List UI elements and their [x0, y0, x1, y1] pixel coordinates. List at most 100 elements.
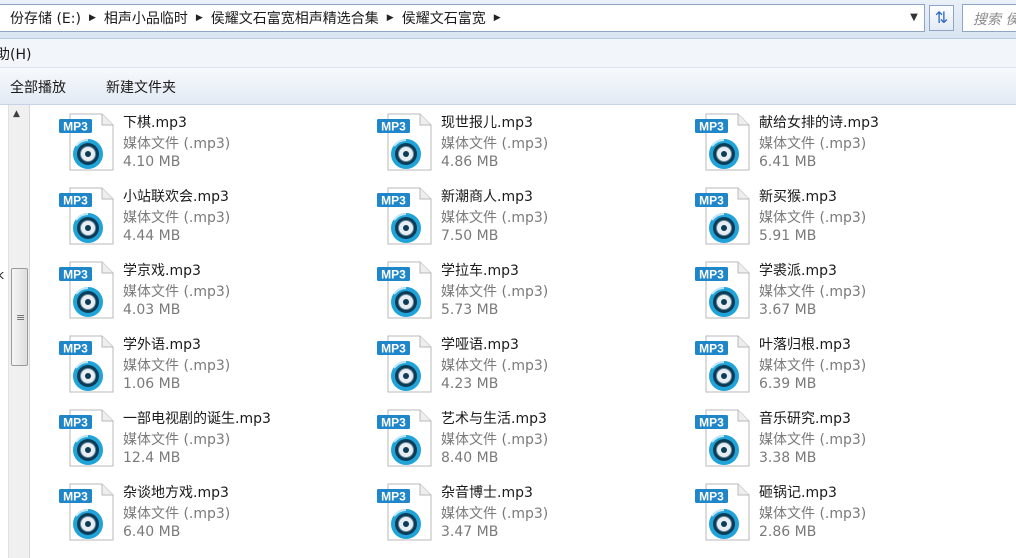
mp3-file-icon: MP3: [377, 483, 432, 541]
mp3-file-icon: MP3: [59, 483, 114, 541]
mp3-file-icon: MP3: [59, 187, 114, 245]
file-item[interactable]: MP3 学京戏.mp3 媒体文件 (.mp3) 4.03 MB: [34, 253, 344, 323]
file-type: 媒体文件 (.mp3): [123, 210, 231, 226]
file-type: 媒体文件 (.mp3): [123, 136, 231, 152]
refresh-button[interactable]: ⇅: [929, 5, 954, 31]
chevron-right-icon[interactable]: ▶: [88, 13, 97, 23]
file-size: 4.23 MB: [441, 376, 499, 392]
file-type: 媒体文件 (.mp3): [759, 136, 867, 152]
svg-text:MP3: MP3: [699, 268, 724, 282]
file-name: 叶落归根.mp3: [759, 337, 851, 353]
grip-icon: ≡: [16, 311, 26, 324]
mp3-file-icon: MP3: [377, 261, 432, 319]
file-type: 媒体文件 (.mp3): [123, 506, 231, 522]
mp3-file-icon: MP3: [695, 113, 750, 171]
file-item[interactable]: MP3 现世报儿.mp3 媒体文件 (.mp3) 4.86 MB: [352, 105, 662, 175]
navigation-pane[interactable]: k: [0, 105, 8, 558]
file-name: 学哑语.mp3: [441, 337, 519, 353]
nav-item-fragment[interactable]: k: [0, 268, 4, 282]
menu-help[interactable]: 助(H): [0, 44, 31, 64]
chevron-down-icon[interactable]: ▼: [906, 9, 922, 27]
svg-text:MP3: MP3: [699, 342, 724, 356]
search-placeholder: 搜索 侯: [973, 12, 1016, 28]
svg-text:MP3: MP3: [63, 268, 88, 282]
file-size: 4.44 MB: [123, 228, 181, 244]
file-name: 砸锅记.mp3: [759, 485, 837, 501]
mp3-file-icon: MP3: [377, 113, 432, 171]
file-name: 学拉车.mp3: [441, 263, 519, 279]
svg-text:MP3: MP3: [699, 490, 724, 504]
mp3-file-icon: MP3: [695, 187, 750, 245]
file-item[interactable]: MP3 新潮商人.mp3 媒体文件 (.mp3) 7.50 MB: [352, 179, 662, 249]
chevron-right-icon[interactable]: ▶: [386, 13, 395, 23]
file-name: 现世报儿.mp3: [441, 115, 533, 131]
mp3-file-icon: MP3: [377, 335, 432, 393]
file-name: 艺术与生活.mp3: [441, 411, 547, 427]
file-item[interactable]: MP3 新买猴.mp3 媒体文件 (.mp3) 5.91 MB: [670, 179, 980, 249]
scroll-up-arrow-icon[interactable]: ▲: [13, 109, 20, 119]
breadcrumb-item[interactable]: 侯耀文石富宽相声精选合集: [204, 8, 386, 28]
navigation-scrollbar[interactable]: ▲ ≡: [8, 105, 30, 558]
file-type: 媒体文件 (.mp3): [123, 432, 231, 448]
svg-text:MP3: MP3: [381, 490, 406, 504]
breadcrumb-item[interactable]: 侯耀文石富宽: [395, 8, 493, 28]
svg-text:MP3: MP3: [699, 120, 724, 134]
file-list: MP3 下棋.mp3 媒体文件 (.mp3) 4.10 MB MP3 现世报儿.…: [34, 105, 1016, 558]
mp3-file-icon: MP3: [695, 261, 750, 319]
file-name: 一部电视剧的诞生.mp3: [123, 411, 271, 427]
play-all-button[interactable]: 全部播放: [10, 77, 66, 97]
file-item[interactable]: MP3 学拉车.mp3 媒体文件 (.mp3) 5.73 MB: [352, 253, 662, 323]
search-input[interactable]: 搜索 侯: [962, 4, 1016, 32]
file-item[interactable]: MP3 叶落归根.mp3 媒体文件 (.mp3) 6.39 MB: [670, 327, 980, 397]
file-item[interactable]: MP3 献给女排的诗.mp3 媒体文件 (.mp3) 6.41 MB: [670, 105, 980, 175]
file-size: 4.86 MB: [441, 154, 499, 170]
file-item[interactable]: MP3 砸锅记.mp3 媒体文件 (.mp3) 2.86 MB: [670, 475, 980, 545]
address-bar-row: 份存储 (E:) ▶ 相声小品临时 ▶ 侯耀文石富宽相声精选合集 ▶ 侯耀文石富…: [0, 0, 1016, 39]
mp3-file-icon: MP3: [59, 409, 114, 467]
file-name: 小站联欢会.mp3: [123, 189, 229, 205]
svg-text:MP3: MP3: [63, 416, 88, 430]
svg-text:MP3: MP3: [63, 490, 88, 504]
breadcrumb-item[interactable]: 份存储 (E:): [3, 8, 88, 28]
file-name: 献给女排的诗.mp3: [759, 115, 879, 131]
svg-text:MP3: MP3: [63, 342, 88, 356]
file-type: 媒体文件 (.mp3): [759, 506, 867, 522]
file-name: 杂音博士.mp3: [441, 485, 533, 501]
file-size: 8.40 MB: [441, 450, 499, 466]
file-item[interactable]: MP3 一部电视剧的诞生.mp3 媒体文件 (.mp3) 12.4 MB: [34, 401, 344, 471]
file-item[interactable]: MP3 艺术与生活.mp3 媒体文件 (.mp3) 8.40 MB: [352, 401, 662, 471]
file-item[interactable]: MP3 学裘派.mp3 媒体文件 (.mp3) 3.67 MB: [670, 253, 980, 323]
file-type: 媒体文件 (.mp3): [759, 358, 867, 374]
file-item[interactable]: MP3 杂谈地方戏.mp3 媒体文件 (.mp3) 6.40 MB: [34, 475, 344, 545]
file-type: 媒体文件 (.mp3): [759, 284, 867, 300]
file-item[interactable]: MP3 小站联欢会.mp3 媒体文件 (.mp3) 4.44 MB: [34, 179, 344, 249]
file-size: 3.38 MB: [759, 450, 817, 466]
new-folder-button[interactable]: 新建文件夹: [106, 77, 176, 97]
chevron-right-icon[interactable]: ▶: [195, 13, 204, 23]
file-type: 媒体文件 (.mp3): [441, 136, 549, 152]
file-name: 学外语.mp3: [123, 337, 201, 353]
file-item[interactable]: MP3 下棋.mp3 媒体文件 (.mp3) 4.10 MB: [34, 105, 344, 175]
file-type: 媒体文件 (.mp3): [759, 210, 867, 226]
svg-text:MP3: MP3: [381, 268, 406, 282]
mp3-file-icon: MP3: [695, 483, 750, 541]
svg-text:MP3: MP3: [63, 194, 88, 208]
address-bar[interactable]: 份存储 (E:) ▶ 相声小品临时 ▶ 侯耀文石富宽相声精选合集 ▶ 侯耀文石富…: [0, 4, 925, 32]
file-size: 3.67 MB: [759, 302, 817, 318]
file-item[interactable]: MP3 音乐研究.mp3 媒体文件 (.mp3) 3.38 MB: [670, 401, 980, 471]
chevron-right-icon[interactable]: ▶: [493, 13, 502, 23]
file-type: 媒体文件 (.mp3): [441, 284, 549, 300]
file-item[interactable]: MP3 杂音博士.mp3 媒体文件 (.mp3) 3.47 MB: [352, 475, 662, 545]
mp3-file-icon: MP3: [59, 335, 114, 393]
breadcrumb-item[interactable]: 相声小品临时: [97, 8, 195, 28]
refresh-icon: ⇅: [934, 8, 949, 27]
file-item[interactable]: MP3 学哑语.mp3 媒体文件 (.mp3) 4.23 MB: [352, 327, 662, 397]
file-size: 6.40 MB: [123, 524, 181, 540]
scrollbar-thumb[interactable]: ≡: [11, 268, 28, 366]
file-size: 4.03 MB: [123, 302, 181, 318]
file-item[interactable]: MP3 学外语.mp3 媒体文件 (.mp3) 1.06 MB: [34, 327, 344, 397]
file-size: 4.10 MB: [123, 154, 181, 170]
toolbar: 全部播放 新建文件夹: [0, 68, 1016, 105]
file-type: 媒体文件 (.mp3): [441, 506, 549, 522]
svg-text:MP3: MP3: [63, 120, 88, 134]
